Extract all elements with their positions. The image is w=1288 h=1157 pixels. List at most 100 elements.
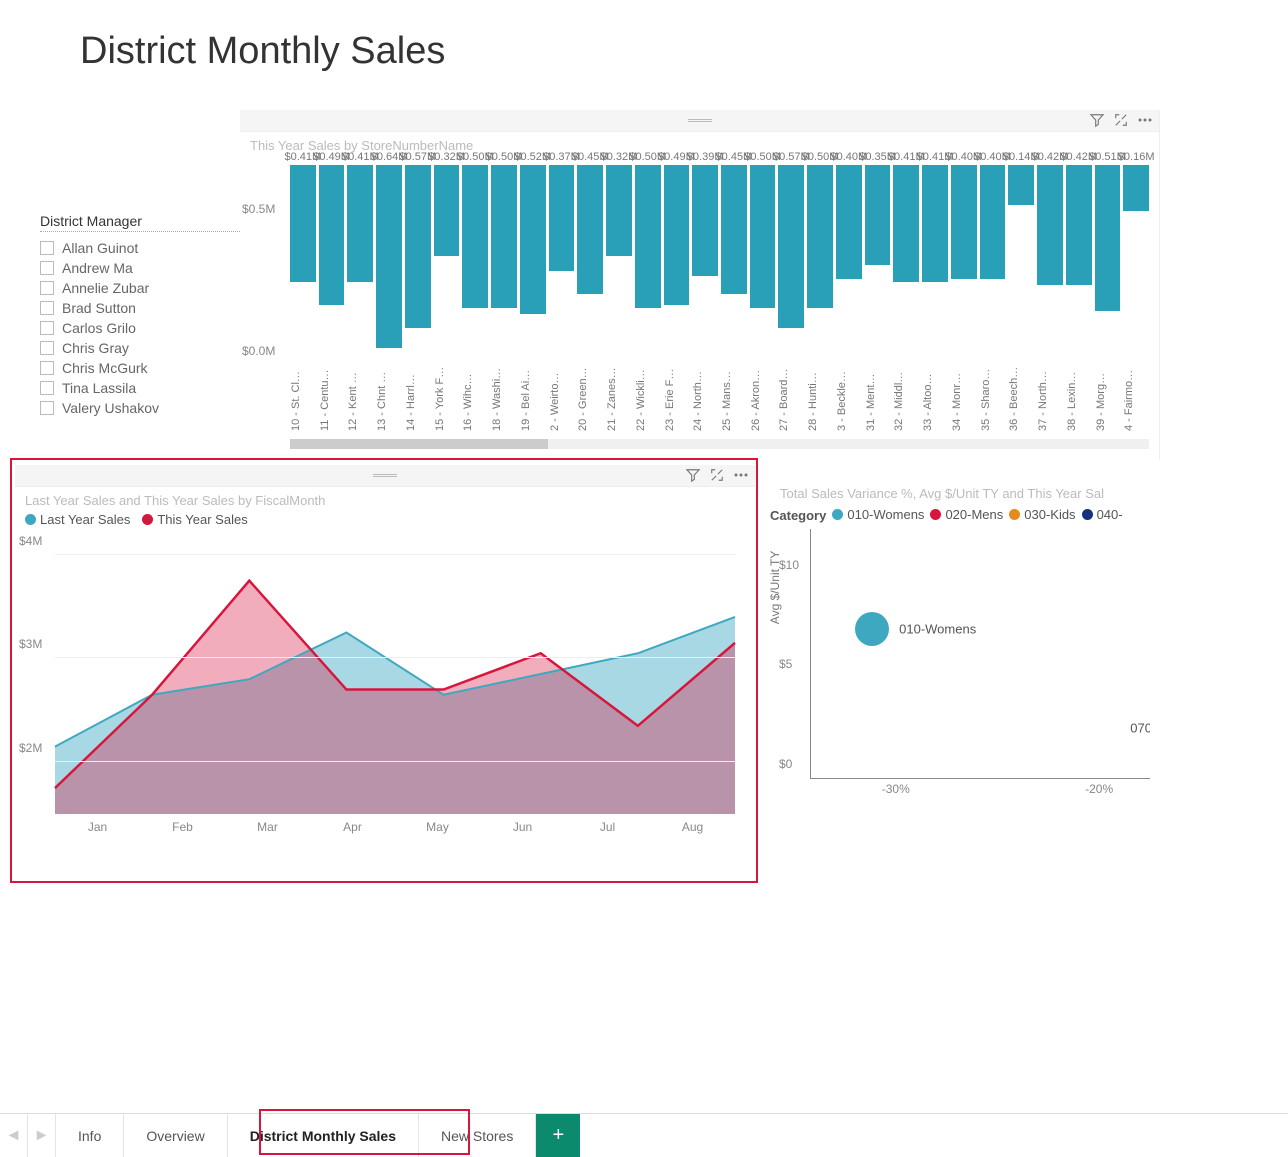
bar[interactable] (1066, 165, 1092, 285)
tab-new-stores[interactable]: New Stores (419, 1114, 536, 1157)
bar[interactable] (290, 165, 316, 282)
district-manager-slicer[interactable]: District Manager Allan GuinotAndrew MaAn… (40, 213, 240, 418)
checkbox-icon[interactable] (40, 301, 54, 315)
slicer-item[interactable]: Annelie Zubar (40, 278, 240, 298)
bar[interactable] (577, 165, 603, 294)
x-tick-label: May (395, 820, 480, 834)
bar[interactable] (520, 165, 546, 314)
slicer-item[interactable]: Andrew Ma (40, 258, 240, 278)
bar[interactable] (951, 165, 977, 279)
filter-icon[interactable] (685, 467, 701, 483)
legend-item[interactable]: 010-Womens (832, 507, 924, 522)
slicer-item-label: Annelie Zubar (62, 280, 149, 296)
bar[interactable] (922, 165, 948, 282)
bar[interactable] (1037, 165, 1063, 285)
bar[interactable] (434, 165, 460, 256)
bar[interactable] (980, 165, 1006, 279)
legend-title: Category (770, 508, 826, 523)
slicer-item[interactable]: Tina Lassila (40, 378, 240, 398)
x-tick-label: 34 - Monr… (951, 365, 977, 435)
y-tick: $0.5M (242, 202, 275, 216)
checkbox-icon[interactable] (40, 261, 54, 275)
bar[interactable] (750, 165, 776, 308)
checkbox-icon[interactable] (40, 241, 54, 255)
x-tick-label: 22 - Wickli… (635, 365, 661, 435)
x-tick-label: Feb (140, 820, 225, 834)
visual-header[interactable] (15, 465, 755, 487)
line-chart-visual[interactable]: Last Year Sales and This Year Sales by F… (15, 465, 755, 880)
bar-chart-visual[interactable]: This Year Sales by StoreNumberName $0.5M… (240, 110, 1160, 460)
x-tick-label: 24 - North… (692, 365, 718, 435)
x-tick-label: 31 - Ment… (865, 365, 891, 435)
slicer-item[interactable]: Valery Ushakov (40, 398, 240, 418)
grip-icon[interactable] (688, 119, 712, 123)
tab-district-monthly-sales[interactable]: District Monthly Sales (228, 1114, 419, 1157)
bar[interactable] (1095, 165, 1121, 311)
more-options-icon[interactable] (1137, 112, 1153, 128)
bar[interactable] (1123, 165, 1149, 211)
bar[interactable] (865, 165, 891, 265)
slicer-item[interactable]: Carlos Grilo (40, 318, 240, 338)
scatter-chart-visual[interactable]: Total Sales Variance %, Avg $/Unit TY an… (770, 480, 1150, 850)
checkbox-icon[interactable] (40, 361, 54, 375)
legend-item[interactable]: 040- (1082, 507, 1123, 522)
scatter-legend[interactable]: Category 010-Womens 020-Mens 030-Kids 040- (770, 503, 1150, 529)
bar[interactable] (778, 165, 804, 328)
page-title: District Monthly Sales (80, 30, 1228, 73)
bar[interactable] (319, 165, 345, 305)
x-tick: -30% (882, 782, 910, 796)
bar[interactable] (807, 165, 833, 308)
bar[interactable] (893, 165, 919, 282)
bar[interactable] (692, 165, 718, 276)
x-tick-label: 21 - Zanes… (606, 365, 632, 435)
checkbox-icon[interactable] (40, 321, 54, 335)
bar[interactable] (635, 165, 661, 308)
x-tick-label: 10 - St. Cl… (290, 365, 316, 435)
bar[interactable] (664, 165, 690, 305)
scatter-point-010-womens[interactable] (855, 612, 889, 646)
legend-item[interactable]: 030-Kids (1009, 507, 1075, 522)
line-chart-legend[interactable]: Last Year Sales This Year Sales (15, 510, 755, 534)
bar[interactable] (549, 165, 575, 271)
slicer-item[interactable]: Chris McGurk (40, 358, 240, 378)
y-tick: $5 (779, 657, 792, 671)
scatter-point-label: 010-Womens (899, 621, 976, 636)
bar[interactable] (347, 165, 373, 282)
visual-header[interactable] (240, 110, 1159, 132)
tab-info[interactable]: Info (56, 1114, 124, 1157)
y-tick: $3M (19, 637, 42, 651)
checkbox-icon[interactable] (40, 341, 54, 355)
x-tick-label: 28 - Hunti… (807, 365, 833, 435)
x-tick-label: 39 - Morg… (1095, 365, 1121, 435)
bar[interactable] (1008, 165, 1034, 205)
bar[interactable] (376, 165, 402, 348)
slicer-item[interactable]: Brad Sutton (40, 298, 240, 318)
more-options-icon[interactable] (733, 467, 749, 483)
tab-nav-next[interactable]: ► (28, 1114, 56, 1157)
tab-nav-prev[interactable]: ◄ (0, 1114, 28, 1157)
focus-mode-icon[interactable] (1113, 112, 1129, 128)
new-page-button[interactable]: + (536, 1114, 580, 1157)
grip-icon[interactable] (373, 474, 397, 478)
x-tick-label: 16 - Wihc… (462, 365, 488, 435)
bar[interactable] (606, 165, 632, 256)
checkbox-icon[interactable] (40, 401, 54, 415)
x-tick-label: 25 - Mans… (721, 365, 747, 435)
bar[interactable] (491, 165, 517, 308)
legend-item[interactable]: Last Year Sales (25, 512, 130, 527)
tab-overview[interactable]: Overview (124, 1114, 227, 1157)
bar[interactable] (836, 165, 862, 279)
bar[interactable] (405, 165, 431, 328)
bar[interactable] (462, 165, 488, 308)
x-tick-label: 18 - Washi… (491, 365, 517, 435)
checkbox-icon[interactable] (40, 281, 54, 295)
focus-mode-icon[interactable] (709, 467, 725, 483)
legend-item[interactable]: This Year Sales (142, 512, 247, 527)
checkbox-icon[interactable] (40, 381, 54, 395)
slicer-item[interactable]: Allan Guinot (40, 238, 240, 258)
bar-horizontal-scrollbar[interactable] (290, 439, 1149, 449)
legend-item[interactable]: 020-Mens (930, 507, 1003, 522)
bar[interactable] (721, 165, 747, 294)
slicer-item[interactable]: Chris Gray (40, 338, 240, 358)
filter-icon[interactable] (1089, 112, 1105, 128)
